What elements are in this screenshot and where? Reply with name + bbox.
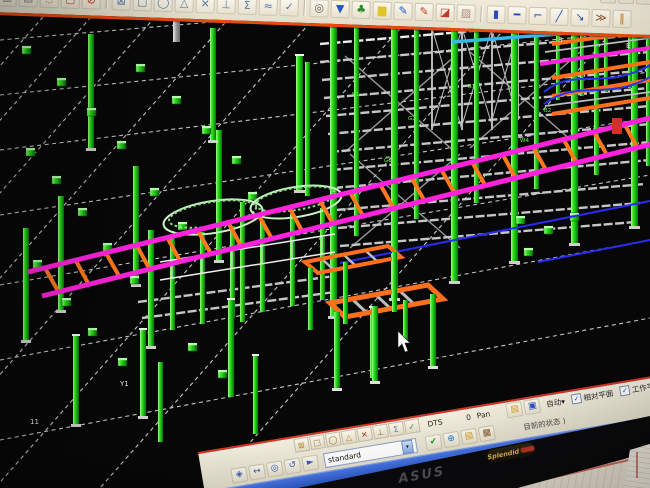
monitor-photo: 378EY111 B1G2B1W4G1B2 ▣▦◫▥⊞● ▥▨◌▢⊘⊠□◯△✕⊥… <box>0 0 650 488</box>
grid-label: E <box>626 42 630 50</box>
plate-icon[interactable]: ▆ <box>372 1 392 20</box>
view-tilt-icon[interactable]: ◪ <box>435 3 455 22</box>
create-column-icon[interactable]: ▮ <box>486 5 506 24</box>
snap-sum-icon[interactable]: Σ <box>237 0 257 15</box>
snap-circle-icon[interactable]: ◯ <box>153 0 173 12</box>
disk-icon[interactable]: ▣ <box>523 397 541 414</box>
marquee-icon[interactable]: ▢ <box>61 0 81 9</box>
mini-snap-points-icon[interactable]: ⊠ <box>293 437 310 453</box>
fly-view-icon[interactable]: ► <box>301 454 319 471</box>
window-icon-2[interactable]: ▦ <box>618 0 635 4</box>
window-icon-3[interactable]: ◫ <box>636 0 650 4</box>
member-label: B1 <box>468 84 475 90</box>
snap-points-icon[interactable]: ⊠ <box>111 0 131 10</box>
globe-icon[interactable]: ⊕ <box>442 430 460 447</box>
status-note: 目前的状态 ) <box>522 414 566 432</box>
grid-label: Y1 <box>119 380 129 388</box>
mini-snap-midpoint-icon[interactable]: △ <box>340 429 357 445</box>
mini-snap-sum-icon[interactable]: Σ <box>387 421 404 437</box>
rebar-icon[interactable]: ‖ <box>612 9 632 28</box>
model-platforms <box>305 246 443 391</box>
filter-icon[interactable]: ▼ <box>330 0 350 18</box>
status-dts: DTS <box>427 417 443 428</box>
no-snap-icon[interactable]: ⊘ <box>81 0 101 9</box>
binoculars-icon[interactable]: ◎ <box>309 0 329 17</box>
apply-check-icon[interactable]: ✔ <box>424 433 442 450</box>
mini-snap-perpendicular-icon[interactable]: ⊥ <box>372 424 389 440</box>
mini-snap-intersection-icon[interactable]: ✕ <box>356 426 373 442</box>
create-brace-icon[interactable]: ╱ <box>549 7 569 26</box>
member-label: G2 <box>408 116 416 122</box>
check-icon: ✓ <box>571 393 583 405</box>
snap-lines-icon[interactable]: □ <box>132 0 152 11</box>
chevron-down-icon: ▾ <box>560 396 565 405</box>
lasso-icon[interactable]: ◌ <box>40 0 60 8</box>
mini-snap-circle-icon[interactable]: ◯ <box>324 431 341 447</box>
member-label: W4 <box>520 138 529 144</box>
status-zero: 0 <box>465 412 471 422</box>
copy-icon[interactable]: ▨ <box>19 0 39 7</box>
grid-label: 8 <box>558 36 562 44</box>
tree-icon[interactable]: ♣ <box>351 0 371 19</box>
mini-snap-lines-icon[interactable]: □ <box>308 434 325 450</box>
toolbar-separator <box>480 6 482 22</box>
toolbar-separator <box>303 0 305 15</box>
snap-perpendicular-icon[interactable]: ⊥ <box>216 0 236 14</box>
snap-free-icon[interactable]: ✓ <box>279 0 299 16</box>
member-label: B2 <box>544 108 551 114</box>
create-beam-icon[interactable]: ━ <box>507 5 527 24</box>
check-icon: ✓ <box>619 385 631 397</box>
zoom-view-icon[interactable]: ◎ <box>266 460 284 477</box>
folder2-icon[interactable]: ▤ <box>460 427 478 444</box>
status-pan: Pan <box>476 409 491 420</box>
pan-view-icon[interactable]: ↔ <box>248 463 266 480</box>
auto-dropdown[interactable]: 自动▾ <box>545 395 565 409</box>
folder-icon[interactable]: ▤ <box>506 400 524 417</box>
pen-blue-icon[interactable]: ✎ <box>393 1 413 20</box>
create-arrow-icon[interactable]: ↘ <box>570 8 590 27</box>
window-icon-1[interactable]: ▣ <box>600 0 617 3</box>
snap-intersection-icon[interactable]: ✕ <box>195 0 215 13</box>
snap-nearest-icon[interactable]: ≈ <box>258 0 278 15</box>
member-label: B1 <box>352 92 359 98</box>
detail-icon[interactable]: ≫ <box>591 8 611 27</box>
chevron-down-icon[interactable]: ▾ <box>401 439 414 454</box>
rotate-view-icon[interactable]: ↺ <box>283 457 301 474</box>
member-label: G1 <box>384 158 392 164</box>
box-icon[interactable]: ▦ <box>478 424 496 441</box>
clipboard-icon[interactable]: ▥ <box>0 0 17 6</box>
snap-midpoint-icon[interactable]: △ <box>174 0 194 12</box>
mini-snap-free-icon[interactable]: ✓ <box>403 418 420 434</box>
create-polybeam-icon[interactable]: ⌐ <box>528 6 548 25</box>
toolbar-separator <box>106 0 108 8</box>
fit-view-icon[interactable]: ◈ <box>230 466 248 483</box>
view-ghost-icon[interactable]: ▨ <box>456 4 476 23</box>
pen-red-icon[interactable]: ✎ <box>414 2 434 21</box>
grid-label: 11 <box>30 418 39 426</box>
